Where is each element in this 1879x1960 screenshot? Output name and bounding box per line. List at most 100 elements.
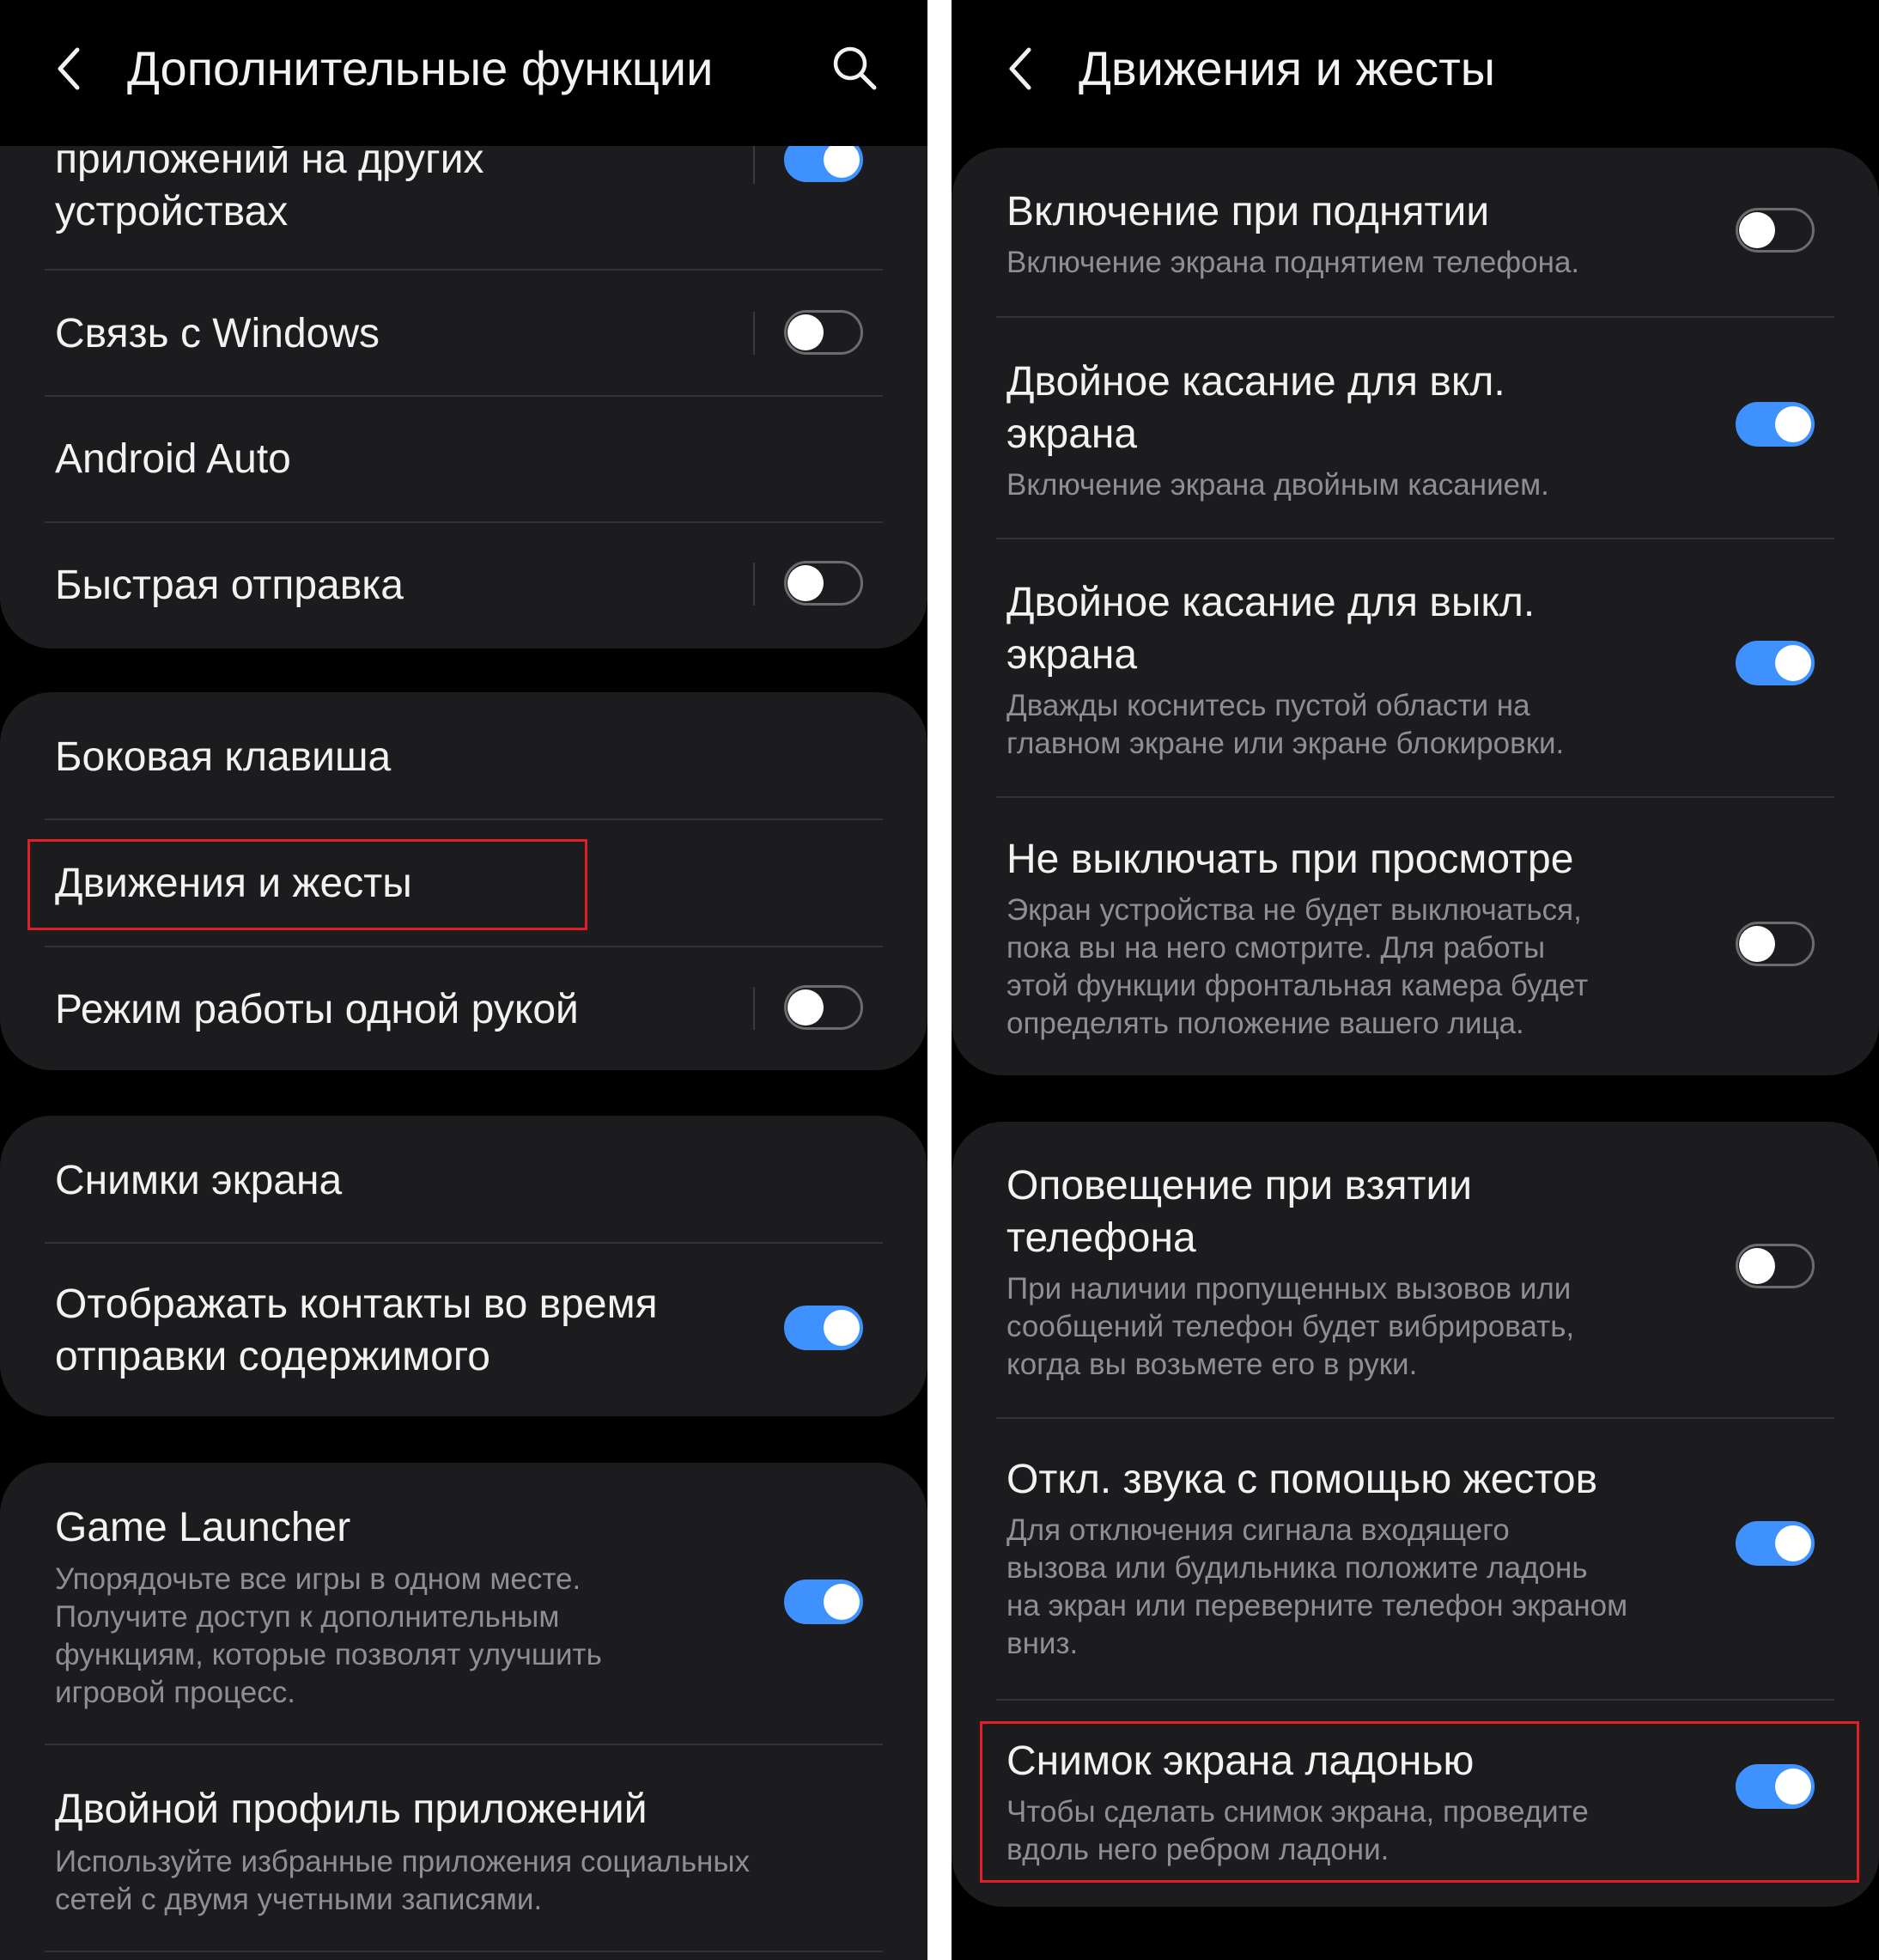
toggle-knob	[787, 565, 824, 601]
toggle-knob	[824, 1310, 860, 1346]
right-screen: Движения и жесты Включение при поднятии …	[952, 0, 1879, 1960]
setting-title: Боковая клавиша	[55, 734, 392, 780]
toggle-knob	[824, 142, 860, 178]
setting-description: главном экране или экране блокировки.	[1006, 727, 1565, 760]
setting-description: вдоль него ребром ладони.	[1006, 1833, 1389, 1866]
toggle-knob	[824, 1584, 860, 1620]
palm-swipe-toggle[interactable]	[1736, 1764, 1815, 1809]
toggle-knob	[1739, 926, 1775, 962]
setting-title: Оповещение при взятии	[1006, 1163, 1473, 1208]
smart-alert-toggle[interactable]	[1736, 1244, 1815, 1288]
link-windows-toggle[interactable]	[784, 310, 863, 355]
setting-title: Двойное касание для вкл.	[1006, 359, 1505, 405]
setting-title: Android Auto	[55, 436, 291, 482]
toggle-knob	[1775, 645, 1811, 681]
show-contacts-toggle[interactable]	[784, 1306, 863, 1350]
setting-description: сетей с двумя учетными записями.	[55, 1883, 543, 1916]
card-connections: приложений на других устройствах Связь с…	[0, 86, 927, 648]
setting-title: Откл. звука с помощью жестов	[1006, 1457, 1598, 1502]
setting-smart-alert[interactable]: Оповещение при взятии телефона При налич…	[952, 1122, 1879, 1417]
setting-description: Чтобы сделать снимок экрана, проведите	[1006, 1795, 1589, 1829]
app-bar: Дополнительные функции	[0, 0, 927, 146]
setting-screenshots[interactable]: Снимки экрана	[0, 1116, 927, 1243]
lift-to-wake-toggle[interactable]	[1736, 208, 1815, 253]
search-icon[interactable]	[830, 43, 879, 93]
setting-title: Двойное касание для выкл.	[1006, 580, 1535, 625]
setting-description: функциям, которые позволят улучшить	[55, 1638, 602, 1671]
setting-title: экрана	[1006, 632, 1138, 678]
page-title: Дополнительные функции	[127, 41, 714, 95]
setting-smart-stay[interactable]: Не выключать при просмотре Экран устройс…	[952, 798, 1879, 1075]
setting-description: Используйте избранные приложения социаль…	[55, 1845, 751, 1878]
setting-description: этой функции фронтальная камера будет	[1006, 969, 1589, 1002]
setting-title: Не выключать при просмотре	[1006, 837, 1574, 882]
setting-quick-share[interactable]: Быстрая отправка	[0, 523, 927, 648]
setting-description: Упорядочьте все игры в одном месте.	[55, 1562, 581, 1596]
setting-description: когда вы возьмете его в руки.	[1006, 1348, 1418, 1381]
setting-description: При наличии пропущенных вызовов или	[1006, 1272, 1572, 1306]
setting-description: Получите доступ к дополнительным	[55, 1600, 560, 1634]
left-screen: приложений на других устройствах Связь с…	[0, 0, 927, 1960]
setting-title: отправки содержимого	[55, 1334, 490, 1379]
setting-description: определять положение вашего лица.	[1006, 1007, 1524, 1040]
setting-link-windows[interactable]: Связь с Windows	[0, 271, 927, 397]
setting-lift-to-wake[interactable]: Включение при поднятии Включение экрана …	[952, 148, 1879, 316]
setting-description: Включение экрана двойным касанием.	[1006, 468, 1549, 502]
double-tap-off-toggle[interactable]	[1736, 641, 1815, 685]
setting-title: устройствах	[55, 189, 289, 234]
app-bar: Движения и жесты	[952, 0, 1879, 146]
page-title: Движения и жесты	[1079, 41, 1495, 95]
setting-game-launcher[interactable]: Game Launcher Упорядочьте все игры в одн…	[0, 1463, 927, 1744]
setting-double-tap-on[interactable]: Двойное касание для вкл. экрана Включени…	[952, 318, 1879, 538]
toggle-knob	[1775, 1525, 1811, 1561]
row-separator	[45, 1951, 883, 1952]
toggle-knob	[1775, 406, 1811, 442]
setting-title: Включение при поднятии	[1006, 189, 1490, 234]
setting-title: Двойной профиль приложений	[55, 1787, 648, 1832]
setting-title: экрана	[1006, 411, 1138, 457]
setting-title: Режим работы одной рукой	[55, 987, 579, 1032]
card-sharing: Снимки экрана Отображать контакты во вре…	[0, 1116, 927, 1416]
smart-stay-toggle[interactable]	[1736, 922, 1815, 966]
row-divider	[753, 141, 755, 184]
setting-description: вниз.	[1006, 1627, 1079, 1660]
setting-description: игровой процесс.	[55, 1676, 295, 1709]
setting-description: Экран устройства не будет выключаться,	[1006, 893, 1582, 927]
toggle-knob	[1739, 1248, 1775, 1284]
setting-description: на экран или переверните телефон экраном	[1006, 1589, 1628, 1622]
setting-title: Движения и жесты	[55, 861, 412, 906]
setting-description: сообщений телефон будет вибрировать,	[1006, 1310, 1575, 1343]
row-divider	[753, 563, 755, 606]
card-controls: Боковая клавиша Движения и жесты Режим р…	[0, 692, 927, 1070]
card-apps: Game Launcher Упорядочьте все игры в одн…	[0, 1463, 927, 1960]
setting-motions-gestures[interactable]: Движения и жесты	[0, 820, 927, 946]
setting-description: пока вы на него смотрите. Для работы	[1006, 931, 1546, 965]
setting-description: Дважды коснитесь пустой области на	[1006, 689, 1530, 722]
toggle-knob	[787, 314, 824, 350]
game-launcher-toggle[interactable]	[784, 1580, 863, 1624]
setting-title: Связь с Windows	[55, 311, 380, 356]
easy-mute-toggle[interactable]	[1736, 1521, 1815, 1566]
setting-description: Включение экрана поднятием телефона.	[1006, 246, 1580, 279]
one-hand-toggle[interactable]	[784, 985, 863, 1030]
back-chevron-icon[interactable]	[1003, 43, 1041, 94]
row-divider	[753, 312, 755, 355]
setting-title: Снимок экрана ладонью	[1006, 1738, 1475, 1784]
setting-double-tap-off[interactable]: Двойное касание для выкл. экрана Дважды …	[952, 539, 1879, 796]
card-gestures: Оповещение при взятии телефона При налич…	[952, 1122, 1879, 1907]
setting-palm-swipe[interactable]: Снимок экрана ладонью Чтобы сделать сним…	[952, 1701, 1879, 1907]
setting-show-contacts[interactable]: Отображать контакты во время отправки со…	[0, 1244, 927, 1416]
double-tap-on-toggle[interactable]	[1736, 402, 1815, 447]
row-divider	[753, 987, 755, 1030]
setting-android-auto[interactable]: Android Auto	[0, 397, 927, 521]
setting-description: вызова или будильника положите ладонь	[1006, 1551, 1588, 1585]
back-chevron-icon[interactable]	[52, 43, 89, 94]
setting-title: телефона	[1006, 1215, 1196, 1261]
setting-dual-messenger[interactable]: Двойной профиль приложений Используйте и…	[0, 1745, 927, 1951]
toggle-knob	[1739, 212, 1775, 248]
quick-share-toggle[interactable]	[784, 561, 863, 606]
card-screen-wake: Включение при поднятии Включение экрана …	[952, 148, 1879, 1075]
setting-one-hand-mode[interactable]: Режим работы одной рукой	[0, 947, 927, 1070]
setting-easy-mute[interactable]: Откл. звука с помощью жестов Для отключе…	[952, 1419, 1879, 1699]
setting-side-key[interactable]: Боковая клавиша	[0, 692, 927, 819]
